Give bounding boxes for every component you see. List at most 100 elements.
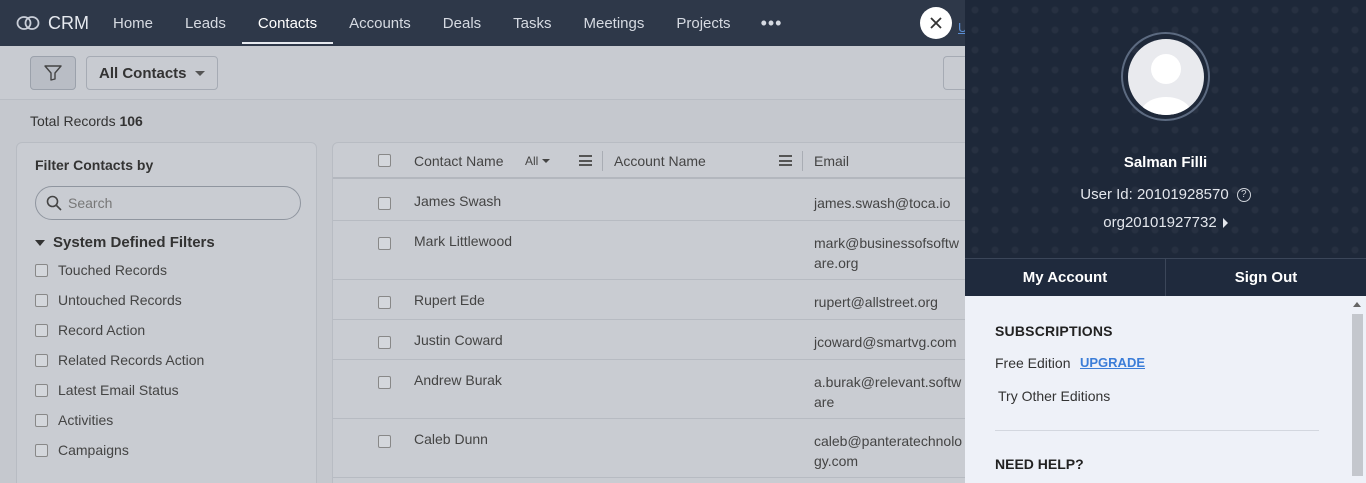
nav-leads[interactable]: Leads [169, 0, 242, 46]
nav-deals[interactable]: Deals [427, 0, 497, 46]
profile-actions: My Account Sign Out [965, 258, 1366, 296]
filter-panel-title: Filter Contacts by [35, 157, 154, 173]
filter-activities[interactable]: Activities [35, 412, 113, 428]
table-header: Contact Name All Account Name Email [333, 143, 971, 179]
column-divider[interactable] [802, 151, 803, 171]
close-profile-button[interactable] [920, 7, 952, 39]
filter-label: Record Action [58, 322, 146, 338]
sign-out-button[interactable]: Sign Out [1166, 259, 1366, 296]
more-modules-icon[interactable]: ••• [747, 0, 797, 46]
filter-icon [44, 65, 62, 81]
row-checkbox[interactable] [378, 296, 391, 309]
column-menu-icon[interactable] [579, 155, 592, 166]
nav-tasks[interactable]: Tasks [497, 0, 567, 46]
filter-search-input[interactable]: Search [35, 186, 301, 220]
contact-email[interactable]: a.burak@relevant.software [814, 372, 964, 412]
row-checkbox[interactable] [378, 376, 391, 389]
contact-email[interactable]: james.swash@toca.io [814, 193, 964, 213]
row-checkbox[interactable] [378, 435, 391, 448]
table-row[interactable]: Andrew Burak a.burak@relevant.software [333, 360, 971, 419]
filter-toggle-button[interactable] [30, 56, 76, 90]
current-edition: Free Edition [995, 355, 1071, 371]
contact-email[interactable]: rupert@allstreet.org [814, 292, 964, 312]
scrollbar-thumb[interactable] [1352, 314, 1363, 476]
crm-logo[interactable]: CRM [16, 13, 89, 34]
list-toolbar: All Contacts [0, 46, 973, 100]
contact-name-filter-dropdown[interactable]: All [525, 154, 551, 168]
filter-record-action[interactable]: Record Action [35, 322, 145, 338]
system-filters-section[interactable]: System Defined Filters [35, 234, 215, 251]
contact-name[interactable]: Caleb Dunn [414, 431, 488, 447]
chevron-down-icon [542, 159, 551, 163]
column-email[interactable]: Email [814, 153, 849, 169]
subscriptions-title: SUBSCRIPTIONS [995, 323, 1113, 339]
contact-email[interactable]: caleb@panteratechnology.com [814, 431, 964, 471]
filter-search-placeholder: Search [68, 195, 113, 211]
table-row[interactable]: James Swash james.swash@toca.io [333, 181, 971, 221]
checkbox[interactable] [35, 323, 48, 337]
user-id-text: User Id: 20101928570 [1080, 186, 1229, 203]
table-row[interactable]: Mark Littlewood mark@businessofsoftware.… [333, 221, 971, 280]
filter-related-records-action[interactable]: Related Records Action [35, 352, 204, 368]
filter-untouched-records[interactable]: Untouched Records [35, 292, 182, 308]
checkbox[interactable] [35, 443, 48, 457]
contact-email[interactable]: mark@businessofsoftware.org [814, 233, 964, 273]
contact-name[interactable]: Justin Coward [414, 332, 503, 348]
scroll-up-icon[interactable] [1353, 302, 1361, 307]
caret-right-icon [1222, 217, 1228, 228]
contact-name[interactable]: Mark Littlewood [414, 233, 512, 249]
nav-meetings[interactable]: Meetings [568, 0, 661, 46]
my-account-button[interactable]: My Account [965, 259, 1166, 296]
table-row[interactable]: Justin Coward jcoward@smartvg.com [333, 320, 971, 360]
contact-name[interactable]: James Swash [414, 193, 501, 209]
profile-header: Salman Filli User Id: 20101928570 ? org2… [965, 0, 1366, 258]
checkbox[interactable] [35, 263, 48, 277]
contact-name[interactable]: Rupert Ede [414, 292, 485, 308]
table-row[interactable]: Caleb Dunn caleb@panteratechnology.com [333, 419, 971, 478]
crm-logo-icon [16, 16, 40, 30]
column-menu-icon[interactable] [779, 155, 792, 166]
filter-latest-email-status[interactable]: Latest Email Status [35, 382, 179, 398]
filter-campaigns[interactable]: Campaigns [35, 442, 129, 458]
table-row[interactable]: Rupert Ede rupert@allstreet.org [333, 280, 971, 320]
row-checkbox[interactable] [378, 197, 391, 210]
try-other-editions-link[interactable]: Try Other Editions [998, 388, 1110, 404]
nav-home[interactable]: Home [97, 0, 169, 46]
contact-email[interactable]: jcoward@smartvg.com [814, 332, 964, 352]
checkbox[interactable] [35, 353, 48, 367]
column-divider[interactable] [602, 151, 603, 171]
row-checkbox[interactable] [378, 336, 391, 349]
avatar[interactable] [1121, 32, 1210, 121]
contact-name[interactable]: Andrew Burak [414, 372, 502, 388]
divider [995, 430, 1319, 431]
column-account-name[interactable]: Account Name [614, 153, 706, 169]
nav-projects[interactable]: Projects [660, 0, 746, 46]
help-icon[interactable]: ? [1236, 187, 1251, 202]
org-switcher[interactable]: org20101927732 [965, 214, 1366, 231]
contacts-table: Contact Name All Account Name Email Jame… [332, 142, 972, 483]
chevron-down-icon [194, 70, 205, 76]
total-records-count: 106 [119, 113, 143, 129]
column-contact-name[interactable]: Contact Name [414, 153, 503, 169]
main-nav: Home Leads Contacts Accounts Deals Tasks… [97, 0, 796, 46]
caret-down-icon [35, 239, 45, 246]
profile-panel: Salman Filli User Id: 20101928570 ? org2… [965, 0, 1366, 483]
checkbox[interactable] [35, 293, 48, 307]
nav-contacts[interactable]: Contacts [241, 0, 334, 46]
filter-touched-records[interactable]: Touched Records [35, 262, 167, 278]
filter-label: Untouched Records [58, 292, 182, 308]
select-all-checkbox[interactable] [378, 154, 391, 167]
view-selector[interactable]: All Contacts [86, 56, 218, 90]
filter-panel: Filter Contacts by Search System Defined… [16, 142, 317, 483]
row-checkbox[interactable] [378, 237, 391, 250]
scrollbar[interactable] [1351, 300, 1363, 476]
checkbox[interactable] [35, 413, 48, 427]
nav-accounts[interactable]: Accounts [333, 0, 427, 46]
checkbox[interactable] [35, 383, 48, 397]
app-name: CRM [48, 12, 89, 33]
upgrade-link[interactable]: UPGRADE [1080, 355, 1145, 370]
profile-name: Salman Filli [1123, 154, 1208, 171]
filter-label: Related Records Action [58, 352, 205, 368]
close-icon [930, 17, 942, 29]
profile-body: SUBSCRIPTIONS Free Edition UPGRADE Try O… [965, 296, 1366, 483]
